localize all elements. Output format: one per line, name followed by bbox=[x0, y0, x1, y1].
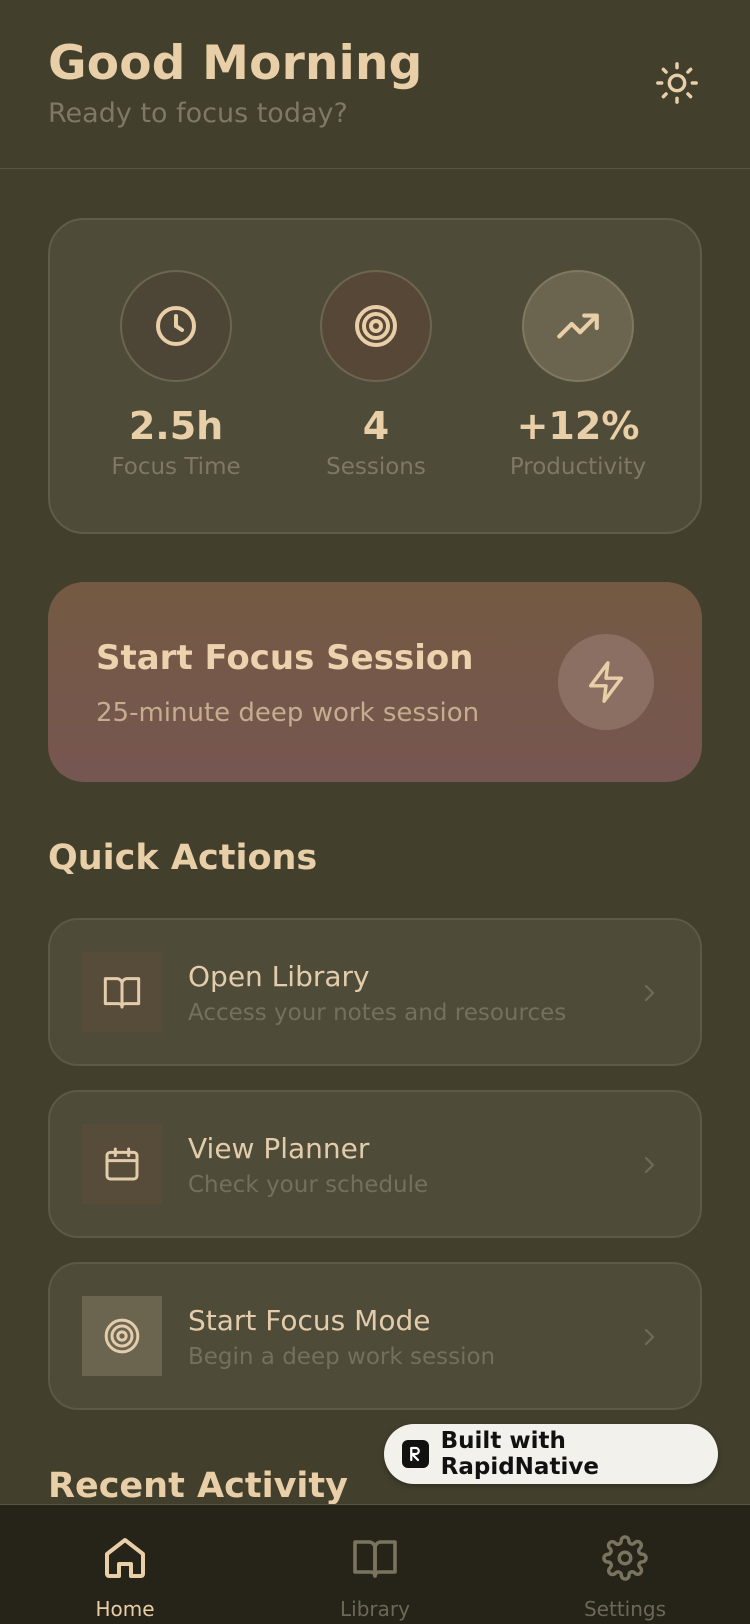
tab-label: Settings bbox=[583, 1597, 667, 1621]
action-title: Open Library bbox=[188, 960, 370, 993]
tab-library[interactable]: Library bbox=[250, 1505, 500, 1624]
book-icon bbox=[103, 977, 141, 1009]
view-planner-action[interactable]: View Planner Check your schedule bbox=[48, 1090, 702, 1238]
clock-icon bbox=[156, 306, 196, 346]
stats-card: 2.5h Focus Time 4 Sessions +12% Producti… bbox=[48, 218, 702, 534]
lightning-icon bbox=[588, 661, 624, 703]
quick-actions-title: Quick Actions bbox=[48, 838, 318, 878]
built-with-badge[interactable]: Built with RapidNative bbox=[384, 1424, 718, 1484]
greeting-subtitle: Ready to focus today? bbox=[48, 98, 348, 129]
focus-session-title: Start Focus Session bbox=[96, 638, 474, 678]
start-focus-button[interactable] bbox=[558, 634, 654, 730]
tab-home[interactable]: Home bbox=[0, 1505, 250, 1624]
header: Good Morning Ready to focus today? bbox=[0, 0, 750, 169]
action-title: Start Focus Mode bbox=[188, 1304, 431, 1337]
sun-icon bbox=[656, 62, 698, 104]
app-screen: Good Morning Ready to focus today? 2.5h … bbox=[0, 0, 750, 1624]
stat-icon-circle bbox=[320, 270, 432, 382]
chevron-right-icon bbox=[632, 976, 666, 1010]
tab-label: Library bbox=[340, 1597, 410, 1621]
stat-icon-circle bbox=[522, 270, 634, 382]
stat-label: Productivity bbox=[509, 454, 647, 480]
target-icon bbox=[355, 305, 397, 347]
stat-sessions: 4 Sessions bbox=[276, 270, 476, 480]
theme-toggle-button[interactable] bbox=[652, 58, 702, 108]
action-subtitle: Check your schedule bbox=[188, 1172, 429, 1198]
recent-activity-title: Recent Activity bbox=[48, 1466, 348, 1506]
book-icon bbox=[350, 1533, 400, 1583]
tab-label: Home bbox=[95, 1597, 155, 1621]
tab-settings[interactable]: Settings bbox=[500, 1505, 750, 1624]
badge-text: Built with RapidNative bbox=[440, 1428, 599, 1480]
chevron-right-icon bbox=[632, 1320, 666, 1354]
calendar-icon bbox=[105, 1147, 139, 1181]
chevron-right-icon bbox=[632, 1148, 666, 1182]
start-focus-mode-action[interactable]: Start Focus Mode Begin a deep work sessi… bbox=[48, 1262, 702, 1410]
stat-label: Focus Time bbox=[111, 454, 241, 480]
action-title: View Planner bbox=[188, 1132, 370, 1165]
target-icon bbox=[104, 1318, 140, 1354]
focus-session-subtitle: 25-minute deep work session bbox=[96, 698, 480, 728]
start-focus-session-card[interactable]: Start Focus Session 25-minute deep work … bbox=[48, 582, 702, 782]
stat-label: Sessions bbox=[326, 454, 426, 480]
greeting-title: Good Morning bbox=[48, 36, 423, 91]
action-icon-box bbox=[82, 1124, 162, 1204]
stat-value: 4 bbox=[362, 404, 390, 448]
open-library-action[interactable]: Open Library Access your notes and resou… bbox=[48, 918, 702, 1066]
action-subtitle: Access your notes and resources bbox=[188, 1000, 567, 1026]
trending-up-icon bbox=[557, 313, 599, 339]
action-icon-box bbox=[82, 1296, 162, 1376]
gear-icon bbox=[600, 1533, 650, 1583]
action-subtitle: Begin a deep work session bbox=[188, 1344, 496, 1370]
stat-value: +12% bbox=[516, 404, 640, 448]
bottom-tab-bar: Home Library Settings bbox=[0, 1504, 750, 1624]
action-icon-box bbox=[82, 952, 162, 1032]
home-icon bbox=[100, 1533, 150, 1583]
stat-value: 2.5h bbox=[128, 404, 224, 448]
rapidnative-logo-icon bbox=[402, 1440, 429, 1468]
stat-focus-time: 2.5h Focus Time bbox=[76, 270, 276, 480]
stat-icon-circle bbox=[120, 270, 232, 382]
stat-productivity: +12% Productivity bbox=[478, 270, 678, 480]
